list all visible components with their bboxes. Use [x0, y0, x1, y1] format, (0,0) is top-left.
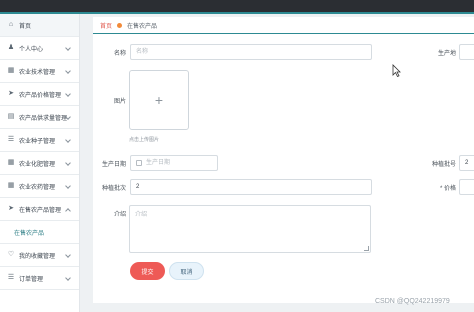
list-icon: ☰: [7, 274, 15, 281]
planting-batch-value: 2: [136, 184, 140, 190]
submit-button[interactable]: 提交: [130, 262, 165, 280]
planting-batch-label: 种植批次: [101, 186, 126, 192]
batch-number-input[interactable]: 2: [459, 155, 474, 171]
send-icon: ➤: [8, 90, 14, 97]
sidebar-subitem-products-on-sale[interactable]: 在售农产品: [0, 221, 79, 244]
sidebar-item-label: 订单管理: [19, 276, 44, 283]
chevron-down-icon: [65, 183, 71, 189]
name-placeholder: 名称: [136, 49, 149, 55]
sidebar-item-seeds[interactable]: ☰ 农业种子管理: [0, 129, 79, 152]
sidebar-item-favorites[interactable]: ♡ 我的收藏管理: [0, 244, 79, 267]
list-icon: ☰: [7, 136, 15, 143]
description-textarea[interactable]: 介绍: [129, 205, 371, 253]
chevron-up-icon: [65, 208, 71, 214]
sidebar-item-price[interactable]: ➤ 农产品价格管理: [0, 83, 79, 106]
chevron-down-icon: [65, 45, 71, 51]
sidebar-item-label: 在售农产品: [14, 230, 45, 237]
mouse-cursor-icon: [392, 64, 401, 77]
plus-icon: +: [154, 92, 164, 108]
resize-handle-icon[interactable]: [364, 246, 369, 251]
cancel-button[interactable]: 取消: [169, 262, 204, 280]
production-date-placeholder: 生产日期: [146, 160, 171, 166]
image-label: 图片: [113, 99, 126, 105]
sidebar: ⌂ 首页 ♟ 个人中心 ▦ 农业技术管理 ➤ 农产品价格管理 ▤ 农产品供求量管…: [0, 14, 80, 312]
heart-icon: ♡: [7, 251, 15, 258]
watermark: CSDN @QQ242219979: [375, 298, 450, 305]
sidebar-item-products-on-sale[interactable]: ➤ 在售农产品管理: [0, 198, 79, 221]
sidebar-item-agri-tech[interactable]: ▦ 农业技术管理: [0, 60, 79, 83]
breadcrumb: 首页 在售农产品: [93, 17, 474, 34]
image-upload[interactable]: +: [129, 70, 189, 130]
sidebar-item-fertilizer[interactable]: ▦ 农业化肥管理: [0, 152, 79, 175]
price-input[interactable]: [459, 179, 474, 195]
breadcrumb-separator-dot: [117, 22, 123, 28]
user-icon: ♟: [7, 44, 15, 51]
chevron-down-icon: [65, 68, 71, 74]
sidebar-item-pesticide[interactable]: ▦ 农业农药管理: [0, 175, 79, 198]
name-label: 名称: [113, 51, 126, 57]
send-icon: ➤: [8, 205, 14, 212]
production-date-label: 生产日期: [101, 162, 126, 168]
batch-number-label: 种植批号: [431, 162, 456, 168]
sidebar-item-supply[interactable]: ▤ 农产品供求量管理: [0, 106, 79, 129]
producer-input[interactable]: [459, 44, 474, 60]
producer-label: 生产地: [437, 51, 456, 57]
sidebar-item-home[interactable]: ⌂ 首页: [0, 14, 79, 37]
sidebar-item-label: 农业化肥管理: [19, 161, 56, 168]
home-icon: ⌂: [8, 21, 14, 28]
grid-icon: ▦: [7, 67, 15, 74]
grid-icon: ▦: [7, 159, 15, 166]
sidebar-item-personal-center[interactable]: ♟ 个人中心: [0, 37, 79, 60]
sidebar-item-label: 农业农药管理: [19, 184, 56, 191]
chevron-down-icon: [65, 91, 71, 97]
sidebar-item-label: 农产品价格管理: [19, 92, 62, 99]
sidebar-item-label: 首页: [19, 23, 32, 30]
breadcrumb-current: 在售农产品: [127, 23, 158, 30]
price-label: * 价格: [439, 186, 456, 192]
chevron-down-icon: [65, 275, 71, 281]
sidebar-item-label: 农产品供求量管理: [19, 115, 68, 122]
chevron-down-icon: [65, 160, 71, 166]
sidebar-item-orders[interactable]: ☰ 订单管理: [0, 267, 79, 290]
breadcrumb-home[interactable]: 首页: [100, 21, 112, 30]
description-placeholder: 介绍: [135, 212, 148, 218]
name-input[interactable]: 名称: [130, 44, 372, 60]
sidebar-item-label: 农业技术管理: [19, 69, 56, 76]
upload-hint: 点击上传图片: [129, 137, 160, 143]
chevron-down-icon: [65, 252, 71, 258]
chart-icon: ▤: [7, 113, 15, 120]
batch-number-value: 2: [465, 160, 469, 166]
calendar-icon: [136, 160, 142, 166]
grid-icon: ▦: [7, 182, 15, 189]
production-date-input[interactable]: 生产日期: [130, 155, 218, 171]
sidebar-item-label: 个人中心: [19, 46, 44, 53]
top-bar: [0, 0, 474, 14]
planting-batch-input[interactable]: 2: [130, 179, 372, 195]
sidebar-item-label: 在售农产品管理: [19, 207, 62, 214]
sidebar-item-label: 我的收藏管理: [19, 253, 56, 260]
sidebar-item-label: 农业种子管理: [19, 138, 56, 145]
chevron-down-icon: [65, 137, 71, 143]
description-label: 介绍: [113, 212, 126, 218]
